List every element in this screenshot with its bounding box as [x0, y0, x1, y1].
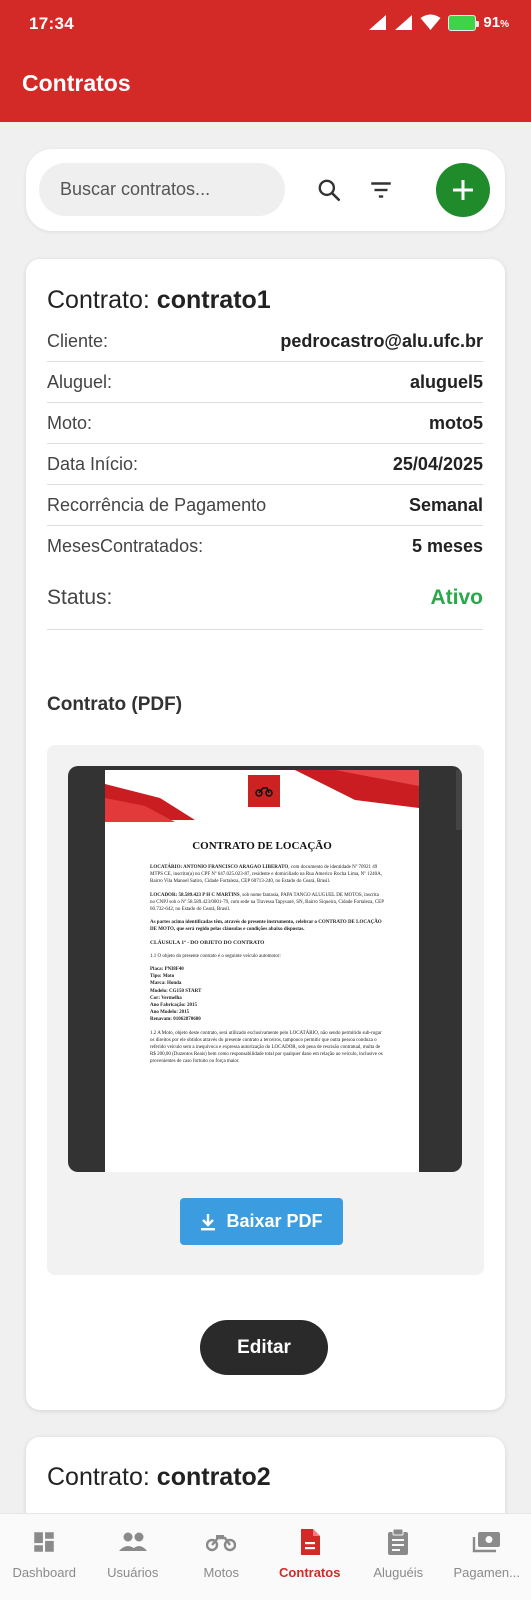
nav-label: Pagamen...	[453, 1565, 521, 1580]
nav-item-pagamentos[interactable]: Pagamen...	[443, 1514, 531, 1600]
battery-icon	[448, 14, 480, 31]
search-icon	[318, 179, 341, 202]
battery-level: 91%	[483, 14, 509, 31]
clipboard-icon	[383, 1528, 413, 1556]
document-icon	[295, 1528, 325, 1556]
download-icon	[201, 1213, 216, 1230]
download-pdf-label: Baixar PDF	[226, 1211, 323, 1231]
nav-item-usuarios[interactable]: Usuários	[89, 1514, 178, 1600]
contract-title-prefix: Contrato:	[47, 286, 150, 314]
vehicle-line: Tipo: Moto	[150, 974, 175, 980]
detail-value: 25/04/2025	[392, 453, 483, 474]
nav-label: Usuários	[107, 1565, 159, 1580]
search-toolbar	[26, 149, 505, 231]
status-bar: 17:34 91%	[0, 0, 531, 50]
filter-icon	[371, 182, 391, 198]
page-title: Contratos	[22, 70, 131, 96]
people-icon	[118, 1528, 148, 1556]
contract-title-prefix: Contrato:	[47, 1463, 150, 1491]
detail-row-meses: MesesContratados: 5 meses	[47, 526, 483, 567]
detail-row-data-inicio: Data Início: 25/04/2025	[47, 444, 483, 485]
signal-icon	[395, 15, 413, 30]
detail-value: pedrocastro@alu.ufc.br	[280, 330, 483, 351]
wifi-icon	[420, 14, 441, 30]
detail-label: Aluguel:	[47, 371, 113, 392]
pdf-scrollbar[interactable]	[456, 770, 462, 830]
contract-name: contrato1	[156, 286, 271, 314]
contract-name: contrato2	[156, 1463, 271, 1491]
status-label: Status:	[47, 586, 113, 609]
detail-value: 5 meses	[411, 536, 483, 556]
document-clause-heading: CLÁUSULA 1ª - DO OBJETO DO CONTRATO	[150, 939, 265, 946]
document-paragraph: 1.1 O objeto do presente contrato é o se…	[150, 953, 281, 959]
contract-card: Contrato: contrato1 Cliente: pedrocastro…	[26, 259, 505, 1410]
pdf-heading: Contrato (PDF)	[47, 694, 183, 715]
nav-item-contratos[interactable]: Contratos	[266, 1514, 355, 1600]
detail-value: Semanal	[408, 494, 483, 515]
document-bold-text: As partes acima identificadas têm, atrav…	[150, 920, 382, 933]
vehicle-line: Ano Fabricação: 2015	[150, 1003, 197, 1009]
vehicle-line: Cor: Vermelha	[150, 995, 182, 1001]
document-paragraph: LOCADOR: 58.589.423 P H C MARTINS, sob n…	[150, 892, 385, 914]
vehicle-line: Modelo: CG150 START	[150, 988, 202, 994]
motorcycle-icon	[255, 787, 273, 797]
document-title: CONTRATO DE LOCAÇÃO	[192, 840, 332, 852]
app-header: 17:34 91% Contratos	[0, 0, 531, 122]
detail-row-cliente: Cliente: pedrocastro@alu.ufc.br	[47, 321, 483, 362]
search-input[interactable]	[39, 163, 285, 216]
detail-row-moto: Moto: moto5	[47, 403, 483, 444]
nav-label: Contratos	[279, 1565, 341, 1580]
document-bold-text: LOCADOR: 58.589.423 P H C MARTINS	[150, 892, 240, 898]
nav-item-dashboard[interactable]: Dashboard	[0, 1514, 89, 1600]
detail-row-aluguel: Aluguel: aluguel5	[47, 362, 483, 403]
motorcycle-icon	[206, 1528, 237, 1556]
detail-value: aluguel5	[409, 371, 483, 392]
vehicle-list: Placa: PNI8F40 Tipo: Moto Marca: Honda M…	[150, 966, 385, 1024]
detail-label: Moto:	[47, 412, 93, 433]
status-time: 17:34	[29, 14, 74, 33]
plus-icon	[453, 180, 473, 200]
filter-button[interactable]	[363, 172, 399, 208]
detail-label: Cliente:	[47, 330, 109, 351]
vehicle-line: Placa: PNI8F40	[150, 967, 184, 973]
document-paragraph: LOCATÁRIO: ANTONIO FRANCISCO ARAGAO LIBE…	[150, 864, 385, 886]
bottom-navigation: Dashboard Usuários Motos Contratos Alugu…	[0, 1513, 531, 1600]
payments-icon	[472, 1528, 502, 1556]
pdf-viewer[interactable]: CONTRATO DE LOCAÇÃO LOCATÁRIO: ANTONIO F…	[68, 766, 462, 1172]
status-row: Status: Ativo	[47, 567, 483, 630]
document-body: LOCATÁRIO: ANTONIO FRANCISCO ARAGAO LIBE…	[150, 864, 385, 1072]
contract-title: Contrato: contrato1	[47, 286, 271, 315]
add-contract-button[interactable]	[436, 163, 490, 217]
detail-label: MesesContratados:	[47, 536, 204, 556]
vehicle-line: Marca: Honda	[150, 981, 182, 987]
detail-label: Data Início:	[47, 453, 139, 474]
nav-label: Dashboard	[12, 1565, 77, 1580]
status-badge: Ativo	[430, 586, 484, 609]
vehicle-line: Renavam: 01062870680	[150, 1017, 201, 1023]
document-paragraph: 1.2 A Moto, objeto deste contrato, será …	[150, 1030, 383, 1065]
download-pdf-button[interactable]: Baixar PDF	[180, 1198, 343, 1245]
contract-details: Cliente: pedrocastro@alu.ufc.br Aluguel:…	[47, 321, 483, 630]
document-paragraph: As partes acima identificadas têm, atrav…	[150, 919, 385, 933]
nav-label: Aluguéis	[373, 1565, 424, 1580]
document-bold-text: LOCATÁRIO: ANTONIO FRANCISCO ARAGAO LIBE…	[150, 865, 289, 870]
search-button[interactable]	[311, 172, 347, 208]
nav-item-motos[interactable]: Motos	[177, 1514, 266, 1600]
contract-title: Contrato: contrato2	[47, 1463, 271, 1492]
vehicle-line: Ano Modelo: 2015	[150, 1010, 190, 1016]
detail-label: Recorrência de Pagamento	[47, 494, 267, 515]
detail-row-recorrencia: Recorrência de Pagamento Semanal	[47, 485, 483, 526]
pdf-page: CONTRATO DE LOCAÇÃO LOCATÁRIO: ANTONIO F…	[105, 770, 419, 1172]
nav-label: Motos	[203, 1565, 239, 1580]
signal-icon	[369, 15, 387, 30]
company-logo	[248, 775, 280, 807]
edit-button[interactable]: Editar	[200, 1320, 328, 1375]
nav-item-alugueis[interactable]: Aluguéis	[354, 1514, 443, 1600]
pdf-section: CONTRATO DE LOCAÇÃO LOCATÁRIO: ANTONIO F…	[47, 745, 484, 1275]
dashboard-icon	[29, 1528, 59, 1556]
detail-value: moto5	[429, 412, 483, 433]
status-icons: 91%	[368, 14, 509, 31]
